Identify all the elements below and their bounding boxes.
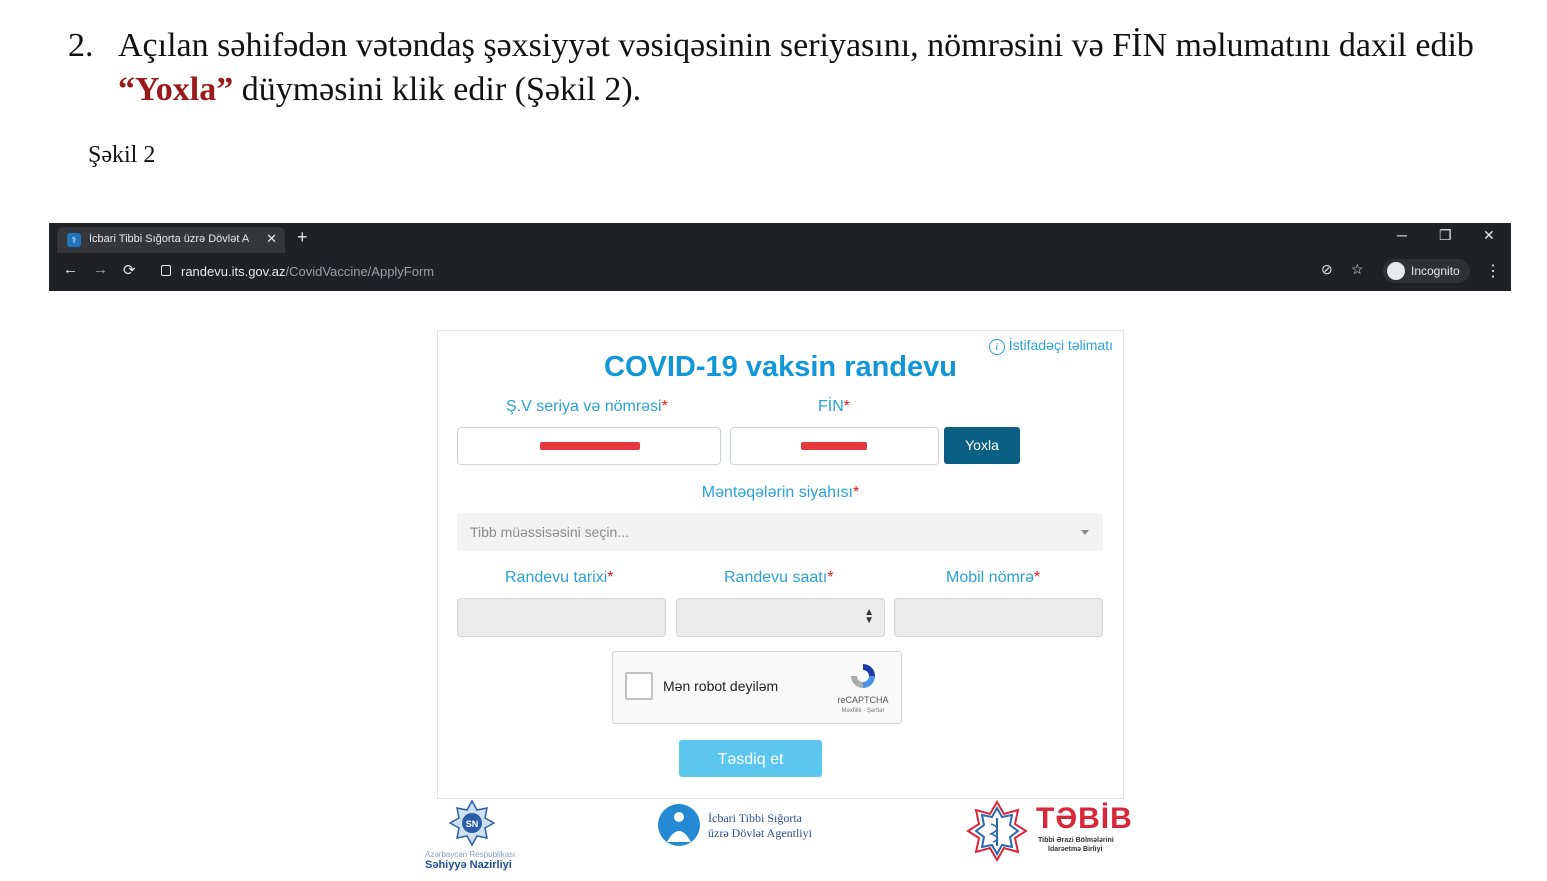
phone-input[interactable] <box>894 598 1103 637</box>
date-label: Randevu tarixi* <box>505 569 614 586</box>
fin-label: FİN* <box>818 398 851 415</box>
new-tab-button[interactable]: + <box>297 227 308 248</box>
appointment-form: i İstifadəçi təlimatı COVID-19 vaksin ran… <box>437 330 1124 799</box>
redacted-value <box>540 442 640 450</box>
ministry-subtitle: Azərbaycan Respublikası <box>425 850 516 859</box>
insurance-agency-logo: İcbari Tibbi Sığorta üzrə Dövlət Agentli… <box>656 802 856 852</box>
restore-icon[interactable]: ❐ <box>1439 227 1452 244</box>
date-input[interactable] <box>457 598 666 637</box>
phone-label: Mobil nömrə* <box>946 569 1041 586</box>
url-text: randevu.its.gov.az/CovidVaccine/ApplyFor… <box>181 264 434 279</box>
ministry-name: Səhiyyə Nazirliyi <box>425 859 512 871</box>
site-favicon-icon: ⚕ <box>67 233 81 247</box>
insurance-agency-line1: İcbari Tibbi Sığorta <box>708 811 803 825</box>
insurance-agency-emblem-icon <box>658 804 700 846</box>
check-button[interactable]: Yoxla <box>944 427 1020 464</box>
address-bar[interactable]: randevu.its.gov.az/CovidVaccine/ApplyFor… <box>153 260 1333 284</box>
time-select[interactable]: ▲ ▼ <box>676 598 885 637</box>
back-icon[interactable]: ← <box>63 261 78 278</box>
url-path: /CovidVaccine/ApplyForm <box>285 264 435 279</box>
chevron-down-icon <box>1081 530 1089 535</box>
eye-off-icon[interactable]: ⊘ <box>1321 261 1333 278</box>
insurance-agency-line2: üzrə Dövlət Agentliyi <box>708 826 812 840</box>
tabib-emblem-icon <box>966 800 1028 862</box>
recaptcha-checkbox[interactable] <box>625 672 653 700</box>
tabib-logo: TƏBİB Tibbi Ərazi Bölmələrini İdarəetmə … <box>966 800 1132 864</box>
menu-icon[interactable]: ⋮ <box>1485 261 1501 281</box>
recaptcha-label: Mən robot deyiləm <box>663 678 779 694</box>
fin-input[interactable] <box>730 427 939 465</box>
step-text-after: düyməsini klik edir (Şəkil 2). <box>233 71 642 108</box>
ministry-emblem-text: SN <box>466 819 479 829</box>
redacted-value <box>801 442 867 450</box>
centers-label: Məntəqələrin siyahısı* <box>701 484 860 501</box>
recaptcha-logo-icon <box>851 664 875 688</box>
browser-tab[interactable]: ⚕ İcbari Tibbi Sığorta üzrə Dövlət A ✕ <box>57 227 285 253</box>
ministry-logo: SN Azərbaycan Respublikası Səhiyyə Nazir… <box>425 800 525 880</box>
form-title: COVID-19 vaksin randevu <box>604 351 957 383</box>
incognito-label: Incognito <box>1411 264 1460 278</box>
step-text-before: Açılan səhifədən vətəndaş şəxsiyyət vəsi… <box>118 27 1474 64</box>
id-number-input[interactable] <box>457 427 721 465</box>
url-host: randevu.its.gov.az <box>181 264 286 279</box>
tabib-subtitle-1: Tibbi Ərazi Bölmələrini <box>1038 837 1114 844</box>
tabib-subtitle-2: İdarəetmə Birliyi <box>1048 846 1103 853</box>
incognito-indicator[interactable]: Incognito <box>1383 259 1470 283</box>
close-tab-icon[interactable]: ✕ <box>266 231 277 247</box>
recaptcha-brand: reCAPTCHA <box>837 695 889 705</box>
recaptcha-terms[interactable]: Məxfilik - Şərtlər <box>815 708 911 714</box>
tabib-name: TƏBİB <box>1036 802 1133 835</box>
select-arrows-icon: ▲ ▼ <box>864 607 874 626</box>
tab-title: İcbari Tibbi Sığorta üzrə Dövlət A <box>89 233 250 245</box>
centers-placeholder: Tibb müəssisəsini seçin... <box>470 524 629 540</box>
id-label: Ş.V seriya və nömrəsi* <box>506 398 668 415</box>
recaptcha-widget: Mən robot deyiləm reCAPTCHA Məxfilik - Ş… <box>612 651 902 724</box>
lock-icon <box>161 265 171 276</box>
step-text: Açılan səhifədən vətəndaş şəxsiyyət vəsi… <box>118 24 1518 112</box>
browser-chrome: ⚕ İcbari Tibbi Sığorta üzrə Dövlət A ✕ +… <box>49 223 1511 291</box>
figure-caption: Şəkil 2 <box>88 142 156 168</box>
reload-icon[interactable]: ⟳ <box>123 261 136 279</box>
time-label: Randevu saatı* <box>724 569 834 586</box>
forward-icon[interactable]: → <box>93 261 108 278</box>
star-icon[interactable]: ☆ <box>1351 261 1364 278</box>
step-number: 2. <box>68 27 94 64</box>
step-highlight: “Yoxla” <box>118 71 234 108</box>
submit-button[interactable]: Təsdiq et <box>679 740 822 777</box>
close-window-icon[interactable]: ✕ <box>1483 227 1495 244</box>
ministry-emblem-icon: SN <box>449 800 495 846</box>
incognito-icon <box>1387 262 1405 280</box>
minimize-icon[interactable]: ─ <box>1397 227 1407 243</box>
centers-select[interactable]: Tibb müəssisəsini seçin... <box>457 513 1103 551</box>
